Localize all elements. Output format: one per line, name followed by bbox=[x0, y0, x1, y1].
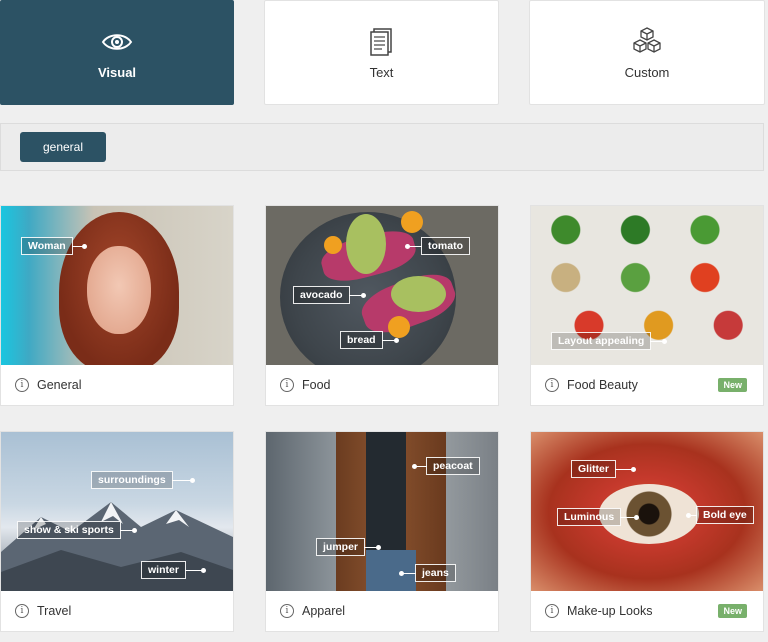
tag-label: winter bbox=[141, 561, 206, 579]
tomato-shape bbox=[388, 316, 410, 338]
card-caption: i Apparel bbox=[266, 591, 498, 631]
card-caption: i General bbox=[1, 365, 233, 405]
card-image: peacoat jumper jeans bbox=[266, 432, 498, 591]
card-caption: i Make-up Looks New bbox=[531, 591, 763, 631]
tag-label: jeans bbox=[399, 564, 456, 582]
card-caption: i Food Beauty New bbox=[531, 365, 763, 405]
card-caption: i Travel bbox=[1, 591, 233, 631]
model-card-food-beauty[interactable]: Layout appealing i Food Beauty New bbox=[530, 205, 764, 406]
info-icon[interactable]: i bbox=[545, 604, 559, 618]
tag-label: show & ski sports bbox=[17, 521, 137, 539]
filter-chip-general[interactable]: general bbox=[20, 132, 106, 162]
tab-label: Visual bbox=[97, 65, 137, 80]
card-image: Woman bbox=[1, 206, 233, 365]
jeans-shape bbox=[366, 550, 416, 591]
new-badge: New bbox=[718, 378, 747, 392]
new-badge: New bbox=[718, 604, 747, 618]
card-title: General bbox=[37, 378, 82, 392]
eye-icon bbox=[101, 34, 133, 50]
tag-label: Layout appealing bbox=[551, 332, 668, 350]
tomato-shape bbox=[324, 236, 342, 254]
card-image: Layout appealing bbox=[531, 206, 763, 365]
info-icon[interactable]: i bbox=[280, 604, 294, 618]
card-title: Travel bbox=[37, 604, 72, 618]
tag-label: avocado bbox=[293, 286, 366, 304]
tomato-shape bbox=[401, 211, 423, 233]
tab-custom[interactable]: Custom bbox=[529, 0, 765, 105]
card-title: Food Beauty bbox=[567, 378, 638, 392]
face-shape bbox=[87, 246, 151, 334]
card-image: Glitter Luminous Bold eye bbox=[531, 432, 763, 591]
tab-text[interactable]: Text bbox=[264, 0, 499, 105]
avocado-shape bbox=[346, 214, 386, 274]
model-card-general[interactable]: Woman i General bbox=[0, 205, 234, 406]
info-icon[interactable]: i bbox=[545, 378, 559, 392]
mountains-graphic bbox=[1, 502, 233, 591]
info-icon[interactable]: i bbox=[15, 378, 29, 392]
filter-bar bbox=[0, 123, 764, 171]
document-icon bbox=[369, 28, 392, 56]
avocado-shape bbox=[391, 276, 446, 312]
model-card-make-up-looks[interactable]: Glitter Luminous Bold eye i Make-up Look… bbox=[530, 431, 764, 632]
model-card-food[interactable]: tomato avocado bread i Food bbox=[265, 205, 499, 406]
tag-label: bread bbox=[340, 331, 399, 349]
card-image: tomato avocado bread bbox=[266, 206, 498, 365]
info-icon[interactable]: i bbox=[280, 378, 294, 392]
tab-visual[interactable]: Visual bbox=[0, 0, 234, 105]
tab-label: Custom bbox=[624, 65, 670, 80]
tag-label: tomato bbox=[405, 237, 470, 255]
tag-label: jumper bbox=[316, 538, 382, 556]
cubes-icon bbox=[633, 27, 661, 53]
model-card-travel[interactable]: surroundings show & ski sports winter i … bbox=[0, 431, 234, 632]
tag-label: Glitter bbox=[571, 460, 636, 478]
tag-label: peacoat bbox=[412, 457, 480, 475]
tag-label: Luminous bbox=[557, 508, 640, 526]
tag-label: Bold eye bbox=[686, 506, 754, 524]
card-title: Food bbox=[302, 378, 331, 392]
sweater-shape bbox=[366, 432, 406, 552]
card-title: Apparel bbox=[302, 604, 346, 618]
tag-label: Woman bbox=[21, 237, 87, 255]
tab-label: Text bbox=[369, 65, 394, 80]
card-title: Make-up Looks bbox=[567, 604, 653, 618]
tag-label: surroundings bbox=[91, 471, 195, 489]
card-image: surroundings show & ski sports winter bbox=[1, 432, 233, 591]
info-icon[interactable]: i bbox=[15, 604, 29, 618]
card-caption: i Food bbox=[266, 365, 498, 405]
model-card-apparel[interactable]: peacoat jumper jeans i Apparel bbox=[265, 431, 499, 632]
